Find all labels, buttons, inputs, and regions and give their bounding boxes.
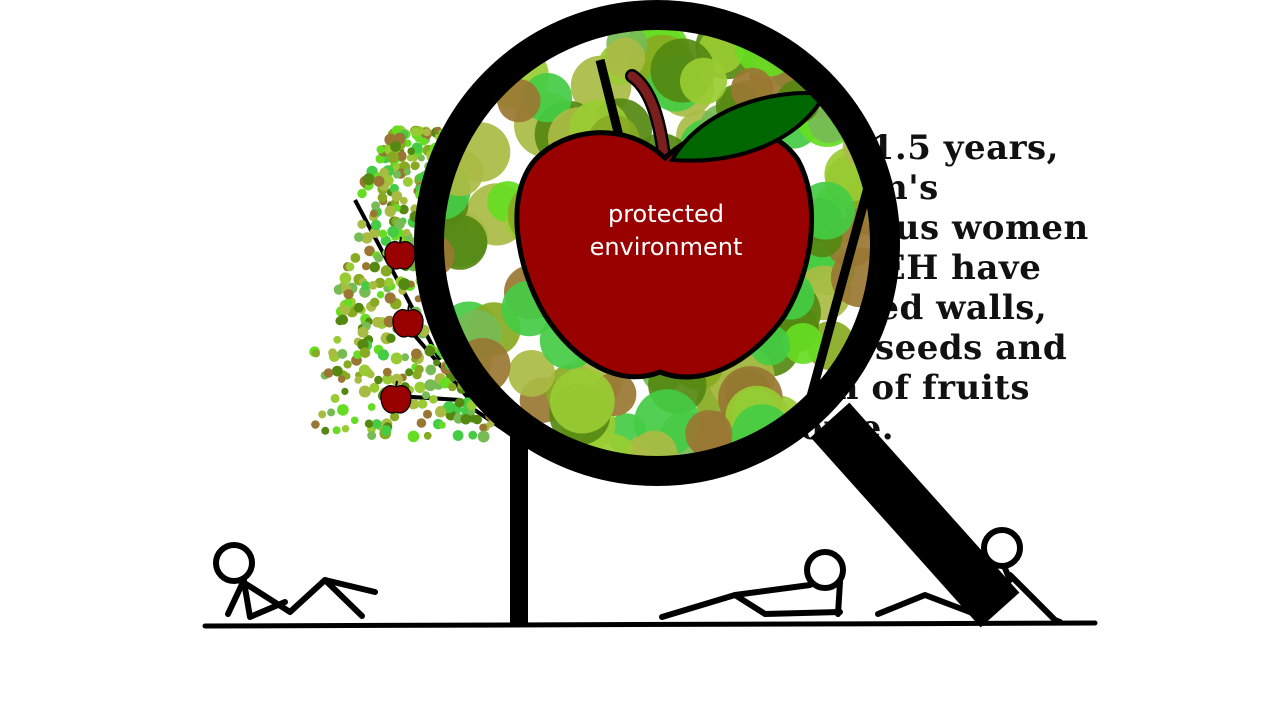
apple-label: protected environment [566,198,766,264]
apple-label-line: protected [607,200,725,228]
magnified-foliage-dot [604,37,646,79]
magnified-foliage-dot [680,57,727,105]
apple-label-line: environment [589,233,743,261]
magnifying-glass-icon [414,0,1020,628]
magnified-foliage-dot [549,368,615,434]
magnifier-handle [810,402,1020,628]
